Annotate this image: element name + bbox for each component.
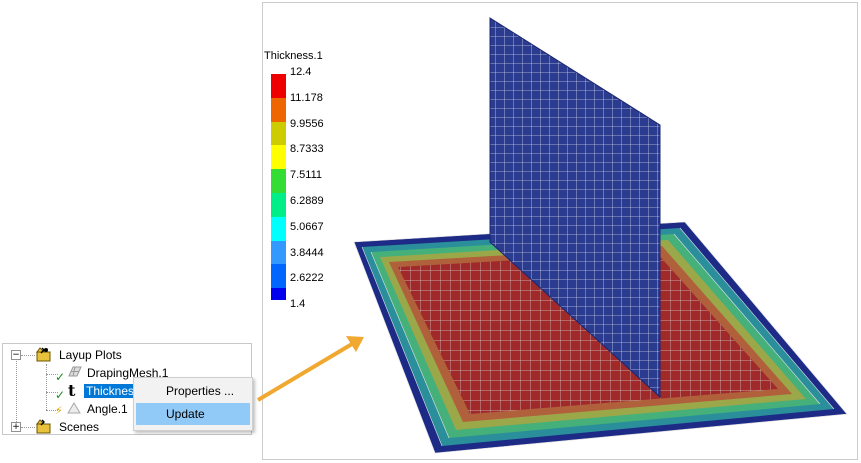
tree-item-scenes[interactable]: Scenes [59,418,99,436]
visible-check-icon: ✓ [55,370,66,384]
legend-swatch [271,240,286,265]
layup-plots-icon [36,347,51,362]
legend-swatch [271,74,286,98]
tree-item-thickness[interactable]: Thicknes [84,382,137,400]
legend-value-label: 3.8444 [290,246,324,259]
legend-swatch [271,169,286,193]
legend-swatch [271,264,286,289]
scenes-icon [36,419,51,434]
context-menu: Properties ... Update [133,377,253,431]
3d-viewport[interactable] [262,2,858,460]
legend-value-label: 11.178 [290,91,323,104]
legend-swatch [271,145,286,170]
tree-connector [21,427,35,428]
legend-value-label: 8.7333 [290,143,324,156]
tree-item-label: Layup Plots [59,348,122,362]
legend-title: Thickness.1 [264,50,323,62]
tree-item-label: Scenes [59,420,100,434]
menu-item-update[interactable]: Update [136,403,250,425]
mesh-icon [68,366,82,377]
tree-connector [21,355,35,356]
collapse-expander[interactable]: − [11,350,21,360]
legend-value-label: 1.4 [290,298,306,311]
expand-expander[interactable]: + [11,422,21,432]
menu-item-properties[interactable]: Properties ... [136,380,250,402]
update-needed-icon: ⚡ [55,404,63,417]
legend-swatch [271,193,286,217]
tree-item-layup-plots[interactable]: Layup Plots [59,346,122,364]
angle-icon [67,402,81,414]
tree-connector [16,358,17,430]
visible-check-icon: ✓ [55,388,66,402]
legend-swatch [271,97,286,122]
legend-swatch [271,288,286,301]
legend-value-label: 6.2889 [290,195,324,207]
legend-value-label: 12.4 [290,66,312,78]
thickness-t-icon: t [68,381,76,400]
legend-swatch [271,121,286,146]
tree-connector [46,364,47,410]
legend-value-label: 2.6222 [290,272,324,285]
tree-item-angle[interactable]: Angle.1 [87,400,128,418]
legend-value-label: 9.9556 [290,117,324,130]
legend-value-label: 7.5111 [290,169,323,182]
tree-item-label: Thicknes [84,384,137,398]
legend-swatch [271,216,286,241]
legend-value-label: 5.0667 [290,220,324,233]
tree-item-label: Angle.1 [87,402,128,416]
